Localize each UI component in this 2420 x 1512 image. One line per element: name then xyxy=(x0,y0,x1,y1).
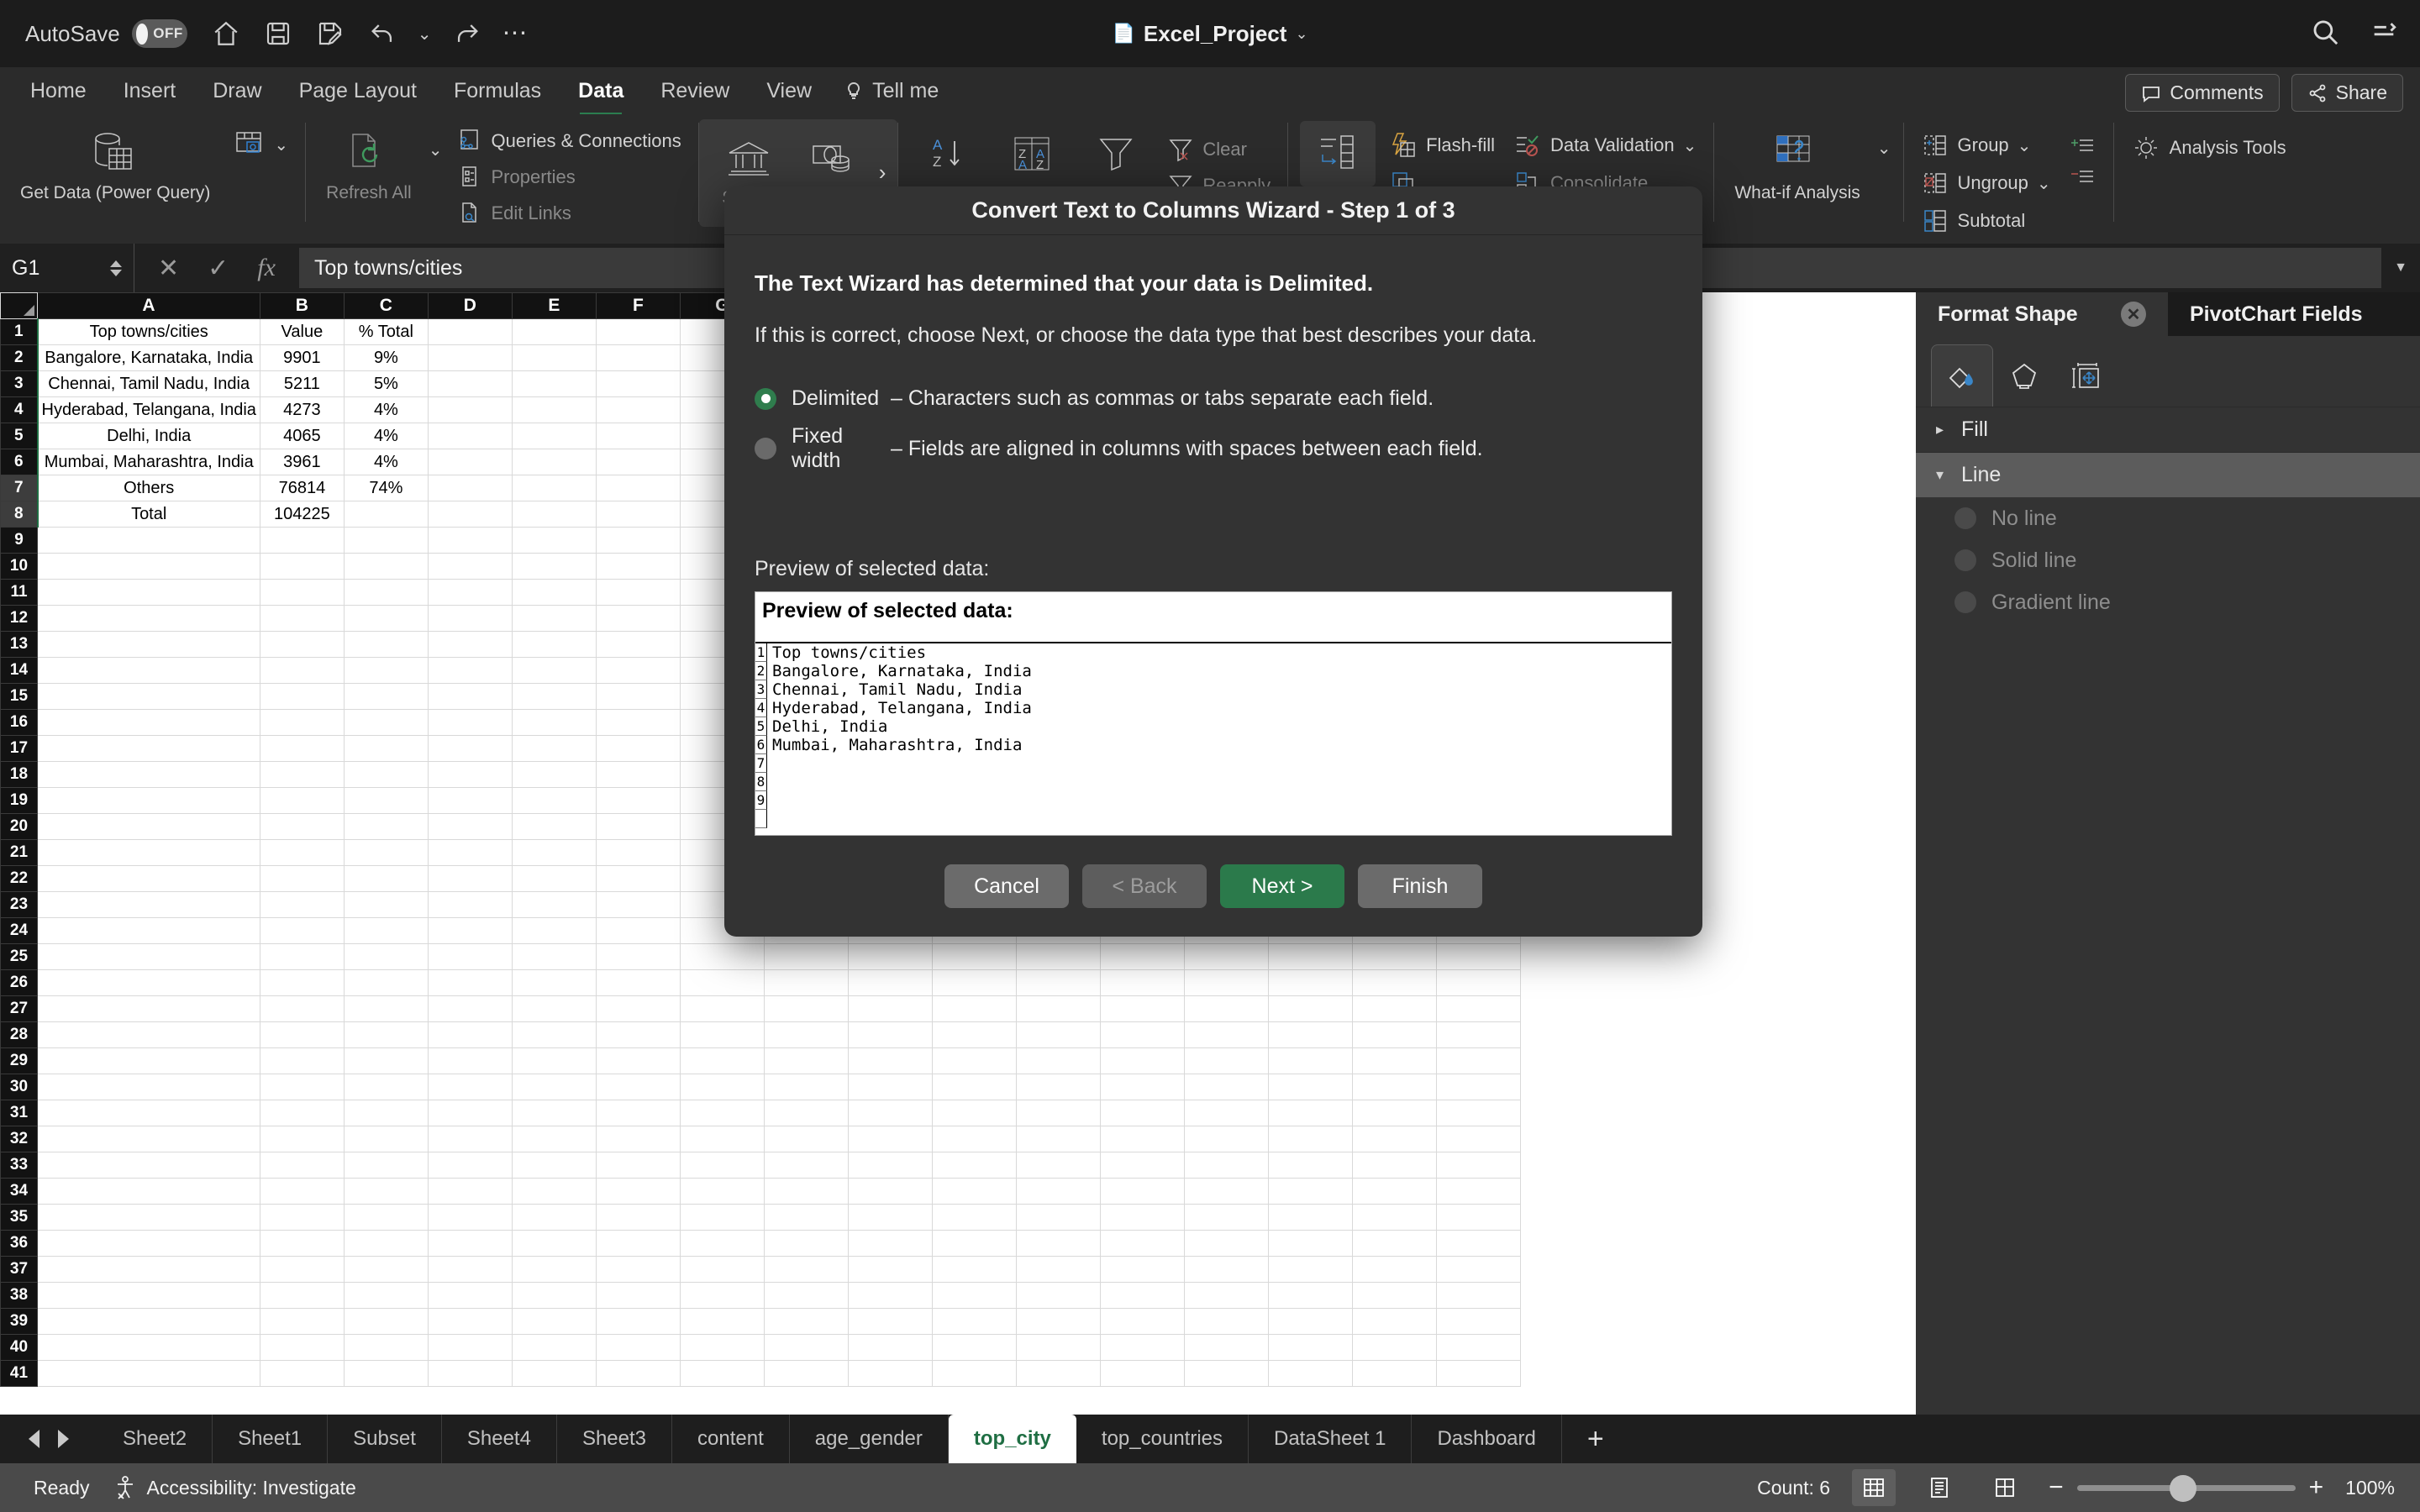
preview-row-text xyxy=(767,791,772,810)
preview-row-text: Top towns/cities xyxy=(772,643,927,662)
preview-box[interactable]: Preview of selected data: 1 Top towns/cit… xyxy=(755,591,1672,836)
text-to-columns-dialog: Convert Text to Columns Wizard - Step 1 … xyxy=(724,186,1702,937)
cancel-button[interactable]: Cancel xyxy=(944,864,1069,908)
preview-rows: 1 Top towns/cities 2 Bangalore, Karnataka, … xyxy=(755,643,1671,835)
dialog-heading: The Text Wizard has determined that your… xyxy=(755,270,1374,296)
option-fixed-width-label: Fixed width xyxy=(792,424,844,472)
dialog-overlay: Convert Text to Columns Wizard - Step 1 … xyxy=(0,0,2420,1512)
preview-row-number: 3 xyxy=(755,680,767,699)
preview-row-number: 4 xyxy=(755,699,767,717)
finish-button[interactable]: Finish xyxy=(1358,864,1482,908)
preview-row: 8 xyxy=(755,773,1671,791)
option-fixed-width[interactable]: Fixed width – Fields are aligned in colu… xyxy=(755,424,1672,473)
preview-row xyxy=(755,810,1671,828)
preview-row-number: 6 xyxy=(755,736,767,754)
dialog-body: The Text Wizard has determined that your… xyxy=(724,235,1702,908)
preview-row-text: Mumbai, Maharashtra, India xyxy=(772,736,1023,754)
dialog-subtext: If this is correct, choose Next, or choo… xyxy=(755,323,1538,347)
preview-row-number: 2 xyxy=(755,662,767,680)
radio-selected-icon xyxy=(755,387,776,410)
option-delimited[interactable]: Delimited – Characters such as commas or… xyxy=(755,386,1672,411)
preview-row: 3 Chennai, Tamil Nadu, India xyxy=(755,680,1671,699)
preview-row: 2 Bangalore, Karnataka, India xyxy=(755,662,1671,680)
option-delimited-desc: – Characters such as commas or tabs sepa… xyxy=(891,386,1434,410)
preview-row: 9 xyxy=(755,791,1671,810)
preview-row-text: Bangalore, Karnataka, India xyxy=(772,662,1032,680)
preview-row-number: 1 xyxy=(755,643,767,662)
preview-row: 1 Top towns/cities xyxy=(755,643,1671,662)
preview-row-text: Chennai, Tamil Nadu, India xyxy=(772,680,1023,699)
preview-row-number: 8 xyxy=(755,773,767,791)
preview-row-number: 7 xyxy=(755,754,767,773)
preview-row-text: Delhi, India xyxy=(772,717,888,736)
preview-row-number: 9 xyxy=(755,791,767,810)
excel-window: AutoSave OFF ⌄ ⋯ 📄 Excel_Project ⌄ Home xyxy=(0,0,2420,1512)
preview-label: Preview of selected data: xyxy=(755,557,990,580)
preview-row-text xyxy=(767,754,772,773)
dialog-title: Convert Text to Columns Wizard - Step 1 … xyxy=(724,186,1702,235)
preview-header: Preview of selected data: xyxy=(755,592,1671,643)
preview-row: 7 xyxy=(755,754,1671,773)
option-delimited-label: Delimited xyxy=(792,386,880,410)
preview-row-text xyxy=(767,773,772,791)
preview-row: 6 Mumbai, Maharashtra, India xyxy=(755,736,1671,754)
preview-row-number: 5 xyxy=(755,717,767,736)
preview-row-number xyxy=(755,810,767,828)
dialog-buttons: Cancel < Back Next > Finish xyxy=(755,864,1672,908)
option-fixed-width-desc: – Fields are aligned in columns with spa… xyxy=(891,436,1483,460)
preview-row: 5 Delhi, India xyxy=(755,717,1671,736)
back-button[interactable]: < Back xyxy=(1082,864,1207,908)
next-button[interactable]: Next > xyxy=(1220,864,1344,908)
radio-icon xyxy=(755,438,776,459)
preview-row: 4 Hyderabad, Telangana, India xyxy=(755,699,1671,717)
preview-row-text: Hyderabad, Telangana, India xyxy=(772,699,1032,717)
